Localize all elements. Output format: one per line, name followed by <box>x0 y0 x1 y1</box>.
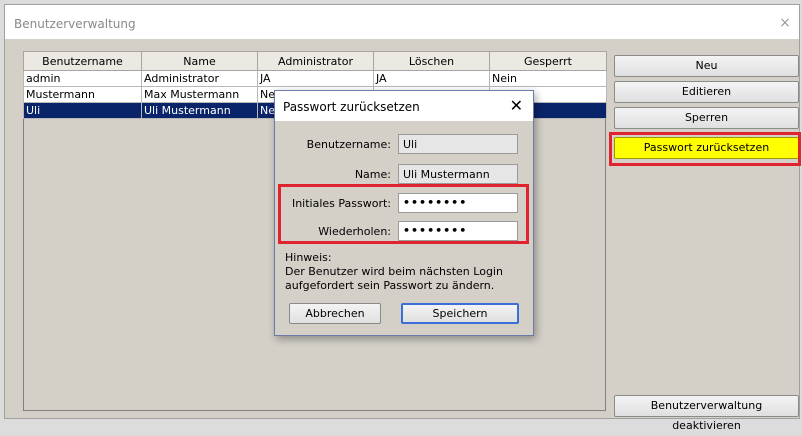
cell-username: Uli <box>23 102 142 119</box>
window-close-icon[interactable]: × <box>777 15 793 31</box>
column-header-administrator[interactable]: Administrator <box>257 51 374 71</box>
column-header-locked[interactable]: Gesperrt <box>489 51 607 71</box>
column-header-username[interactable]: Benutzername <box>23 51 142 71</box>
window-title: Benutzerverwaltung <box>14 17 136 31</box>
reset-password-dialog: Passwort zurücksetzen ✕ Benutzername: Ul… <box>274 90 534 336</box>
save-button[interactable]: Speichern <box>401 303 519 324</box>
new-button[interactable]: Neu <box>614 55 799 77</box>
table-header-row: Benutzername Name Administrator Löschen … <box>23 51 607 71</box>
dialog-title: Passwort zurücksetzen <box>283 100 420 114</box>
hint-line: aufgefordert sein Passwort zu ändern. <box>285 279 495 292</box>
username-label: Benutzername: <box>306 138 391 151</box>
cancel-button[interactable]: Abbrechen <box>289 303 381 324</box>
dialog-titlebar: Passwort zurücksetzen ✕ <box>275 91 533 121</box>
cell-username: admin <box>23 70 142 87</box>
cell-locked: Nein <box>489 70 607 87</box>
cell-delete: JA <box>373 70 490 87</box>
cell-administrator: JA <box>257 70 374 87</box>
username-field: Uli <box>398 134 518 154</box>
name-field: Uli Mustermann <box>398 164 518 184</box>
column-header-delete[interactable]: Löschen <box>373 51 490 71</box>
cell-name: Max Mustermann <box>141 86 258 103</box>
lock-button[interactable]: Sperren <box>614 107 799 129</box>
reset-password-button[interactable]: Passwort zurücksetzen <box>614 137 799 159</box>
repeat-password-input[interactable]: •••••••• <box>398 221 518 241</box>
dialog-close-icon[interactable]: ✕ <box>510 96 523 115</box>
repeat-password-label: Wiederholen: <box>318 225 391 238</box>
cell-name: Uli Mustermann <box>141 102 258 119</box>
edit-button[interactable]: Editieren <box>614 81 799 103</box>
hint-line: Der Benutzer wird beim nächsten Login <box>285 265 503 278</box>
table-row[interactable]: admin Administrator JA JA Nein <box>23 70 607 87</box>
cell-name: Administrator <box>141 70 258 87</box>
deactivate-user-management-button[interactable]: Benutzerverwaltung deaktivieren <box>614 395 799 432</box>
column-header-name[interactable]: Name <box>141 51 258 71</box>
hint-title: Hinweis: <box>285 251 332 264</box>
initial-password-label: Initiales Passwort: <box>291 197 391 210</box>
name-label: Name: <box>354 168 391 181</box>
cell-username: Mustermann <box>23 86 142 103</box>
initial-password-input[interactable]: •••••••• <box>398 193 518 213</box>
window-titlebar: Benutzerverwaltung × <box>5 5 799 39</box>
hint-text: Hinweis: Der Benutzer wird beim nächsten… <box>285 251 525 293</box>
